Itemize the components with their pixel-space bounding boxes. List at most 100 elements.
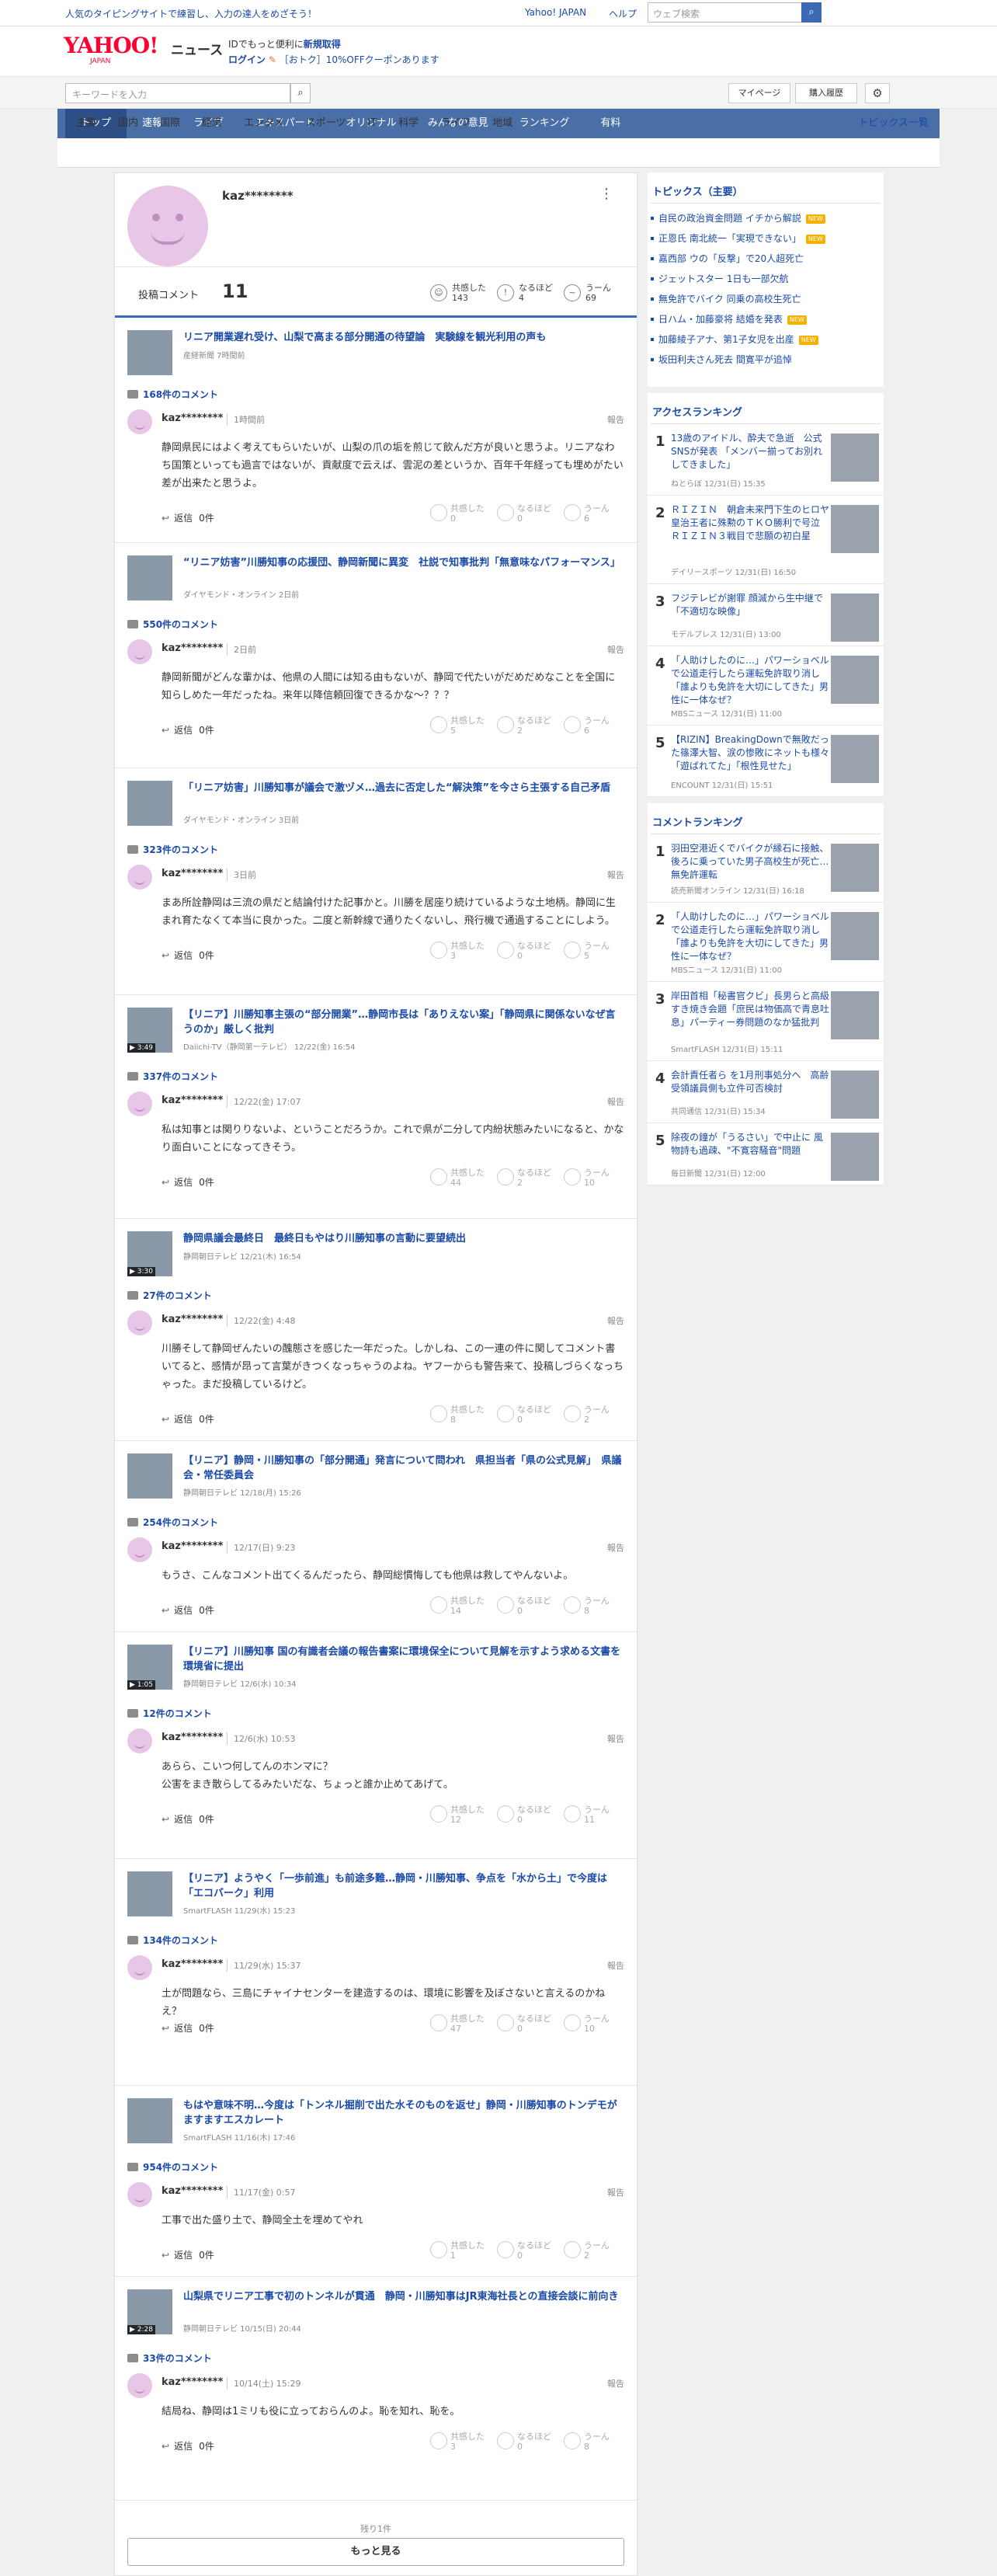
reaction-insight-button[interactable]: なるほど 0	[497, 941, 551, 961]
category-item[interactable]: ライフ	[429, 109, 481, 138]
article-card[interactable]: もはや意味不明…今度は「トンネル掘削で出た水そのものを返せ」静岡・川勝知事のトン…	[115, 2086, 637, 2148]
topic-item[interactable]: 自民の政治資金問題 イチから解説 NEW	[648, 208, 884, 228]
article-card[interactable]: “リニア妨害”川勝知事の応援団、静岡新聞に異変 社説で知事批判「無意味なパフォー…	[115, 543, 637, 605]
category-item[interactable]: 経済	[191, 109, 233, 138]
report-link[interactable]: 報告	[607, 1959, 624, 1972]
reaction-insight-button[interactable]: なるほど 2	[497, 715, 551, 736]
topic-item[interactable]: ジェットスター 1日も一部欠航	[648, 269, 884, 289]
article-title[interactable]: 【リニア】静岡・川勝知事の「部分開通」発言について問われ 県担当者「県の公式見解…	[183, 1453, 624, 1483]
article-title[interactable]: “リニア妨害”川勝知事の応援団、静岡新聞に異変 社説で知事批判「無意味なパフォー…	[183, 555, 624, 570]
reaction-empathy-button[interactable]: 共感した 1	[430, 2240, 485, 2261]
reply-button[interactable]: ↩ 返信 0件	[162, 1412, 214, 1426]
reaction-insight-button[interactable]: なるほど 0	[497, 1405, 551, 1425]
comment-author[interactable]: kaz********	[162, 413, 223, 424]
rank-title[interactable]: 「人助けしたのに…」パワーショベルで公道走行したら運転免許取り消し「誰よりも免許…	[671, 654, 831, 707]
comment-count-link[interactable]: 954件のコメント	[127, 2160, 218, 2174]
report-link[interactable]: 報告	[607, 1095, 624, 1108]
topic-item[interactable]: 日ハム・加藤豪将 結婚を発表 NEW	[648, 309, 884, 329]
article-title[interactable]: 【リニア】ようやく「一歩前進」も前途多難…静岡・川勝知事、争点を「水から土」で今…	[183, 1871, 624, 1901]
comment-author[interactable]: kaz********	[162, 2185, 223, 2197]
ranking-item[interactable]: 3 フジテレビが謝罪 顔滅から生中継で「不適切な映像」 モデルプレス 12/31(日…	[648, 584, 884, 646]
comment-author[interactable]: kaz********	[162, 1540, 223, 1552]
report-link[interactable]: 報告	[607, 1732, 624, 1745]
yahoo-japan-link[interactable]: Yahoo! JAPAN	[525, 7, 586, 18]
comment-author[interactable]: kaz********	[162, 642, 223, 654]
report-link[interactable]: 報告	[607, 2377, 624, 2390]
report-link[interactable]: 報告	[607, 643, 624, 656]
ranking-item[interactable]: 5 【RIZIN】BreakingDownで無敗だった篠澤大智、涙の惨敗にネットも…	[648, 726, 884, 797]
reply-button[interactable]: ↩ 返信 0件	[162, 2248, 214, 2261]
reaction-hmm-button[interactable]: うーん 6	[564, 715, 610, 736]
comment-count-link[interactable]: 27件のコメント	[127, 1289, 212, 1302]
reaction-insight-button[interactable]: なるほど 2	[497, 1168, 551, 1188]
topic-item[interactable]: 無免許でバイク 同乗の高校生死亡	[648, 289, 884, 309]
article-card[interactable]: 【リニア】静岡・川勝知事の「部分開通」発言について問われ 県担当者「県の公式見解…	[115, 1441, 637, 1503]
report-link[interactable]: 報告	[607, 869, 624, 881]
comment-count-link[interactable]: 254件のコメント	[127, 1516, 218, 1529]
article-card[interactable]: ▶ 3:30 静岡県議会最終日 最終日もやはり川勝知事の言動に要望続出 静岡朝日テレ…	[115, 1219, 637, 1281]
topic-item[interactable]: 正恩氏 南北統一「実現できない」 NEW	[648, 228, 884, 249]
ranking-item[interactable]: 5 除夜の鐘が「うるさい」で中止に 風物詩も過疎、"不寛容騒音"問題 毎日新聞 12…	[648, 1123, 884, 1185]
comment-count-link[interactable]: 168件のコメント	[127, 388, 218, 401]
article-title[interactable]: 「リニア妨害」川勝知事が議会で激ヅメ…過去に否定した“解決策”を今さら主張する自…	[183, 781, 624, 795]
reaction-hmm-button[interactable]: うーん 5	[564, 941, 610, 961]
rank-title[interactable]: 岸田首相「秘書官クビ」長男らと高級すき焼き会題「庶民は物価高で青息吐息」パーティ…	[671, 990, 831, 1029]
more-button[interactable]: もっと見る	[127, 2538, 624, 2566]
gnav-item[interactable]: 有料	[585, 109, 636, 138]
topic-item[interactable]: 嘉西部 ウの「反撃」で20人超死亡	[648, 249, 884, 269]
reply-button[interactable]: ↩ 返信 0件	[162, 1175, 214, 1189]
comment-author[interactable]: kaz********	[162, 868, 223, 879]
article-card[interactable]: ▶ 3:49 【リニア】川勝知事主張の“部分開業”…静岡市長は「ありえない案」「静…	[115, 995, 637, 1057]
ranking-item[interactable]: 1 13歳のアイドル、酔夫で急逝 公式SNSが発表 「メンバー揃ってお別れしてきま…	[648, 424, 884, 496]
article-card[interactable]: 【リニア】ようやく「一歩前進」も前途多難…静岡・川勝知事、争点を「水から土」で今…	[115, 1859, 637, 1921]
rank-title[interactable]: 13歳のアイドル、酔夫で急逝 公式SNSが発表 「メンバー揃ってお別れしてきまし…	[671, 432, 831, 472]
category-item[interactable]: スポーツ	[295, 109, 357, 138]
reaction-hmm-button[interactable]: うーん 2	[564, 1405, 610, 1425]
more-options-icon[interactable]: ⋮	[599, 186, 613, 202]
ranking-item[interactable]: 1 羽田空港近くでバイクが縁石に接触、後ろに乗っていた男子高校生が死亡…無免許運転…	[648, 834, 884, 903]
reply-button[interactable]: ↩ 返信 0件	[162, 2439, 214, 2452]
report-link[interactable]: 報告	[607, 1314, 624, 1327]
promo-link[interactable]: 人気のタイピングサイトで練習し、入力の達人をめざそう！	[65, 7, 317, 20]
comment-author[interactable]: kaz********	[162, 1732, 223, 1743]
article-title[interactable]: 静岡県議会最終日 最終日もやはり川勝知事の言動に要望続出	[183, 1231, 624, 1246]
comment-count-link[interactable]: 323件のコメント	[127, 843, 218, 856]
rank-title[interactable]: 会計責任者ら を1月刑事処分へ 高齢受領議員側も立件可否検討	[671, 1069, 831, 1095]
rank-title[interactable]: 羽田空港近くでバイクが縁石に接触、後ろに乗っていた男子高校生が死亡…無免許運転	[671, 842, 831, 882]
reaction-hmm-button[interactable]: うーん 6	[564, 503, 610, 524]
category-item[interactable]: IT	[356, 109, 387, 138]
keyword-search-input[interactable]: キーワードを入力	[65, 83, 290, 103]
comment-author[interactable]: kaz********	[162, 2376, 223, 2388]
gear-icon[interactable]: ⚙	[865, 83, 890, 103]
comment-author[interactable]: kaz********	[162, 1958, 223, 1970]
reaction-insight-button[interactable]: なるほど 0	[497, 1805, 551, 1825]
comment-author[interactable]: kaz********	[162, 1095, 223, 1106]
reply-button[interactable]: ↩ 返信 0件	[162, 1603, 214, 1617]
comment-author[interactable]: kaz********	[162, 1314, 223, 1325]
rank-title[interactable]: 「人助けしたのに…」パワーショベルで公道走行したら運転免許取り消し「誰よりも免許…	[671, 910, 831, 963]
purchase-history-button[interactable]: 購入履歴	[795, 83, 857, 103]
reaction-insight-button[interactable]: なるほど 0	[497, 503, 551, 524]
comment-count-link[interactable]: 12件のコメント	[127, 1707, 212, 1720]
category-item[interactable]: エンタメ	[233, 109, 295, 138]
article-card[interactable]: ▶ 1:05 【リニア】川勝知事 国の有識者会議の報告書案に環境保全について見解を…	[115, 1632, 637, 1694]
article-card[interactable]: 「リニア妨害」川勝知事が議会で激ヅメ…過去に否定した“解決策”を今さら主張する自…	[115, 768, 637, 830]
reaction-hmm-button[interactable]: うーん 11	[564, 1805, 610, 1825]
help-link[interactable]: ヘルプ	[609, 7, 637, 20]
rank-title[interactable]: 除夜の鐘が「うるさい」で中止に 風物詩も過疎、"不寛容騒音"問題	[671, 1131, 831, 1157]
reply-button[interactable]: ↩ 返信 0件	[162, 1812, 214, 1826]
comment-count-link[interactable]: 134件のコメント	[127, 1934, 218, 1947]
yahoo-logo[interactable]: YAHOO! JAPAN	[64, 34, 171, 66]
reply-button[interactable]: ↩ 返信 0件	[162, 511, 214, 524]
news-logo-text[interactable]: ニュース	[171, 39, 223, 58]
category-item[interactable]: 主要	[65, 109, 107, 138]
reply-button[interactable]: ↩ 返信 0件	[162, 723, 214, 736]
reaction-empathy-button[interactable]: 共感した 14	[430, 1596, 485, 1616]
comment-count-link[interactable]: 550件のコメント	[127, 618, 218, 631]
article-title[interactable]: リニア開業遅れ受け、山梨で高まる部分開通の待望論 実験線を観光利用の声も	[183, 330, 624, 345]
ranking-item[interactable]: 3 岸田首相「秘書官クビ」長男らと高級すき焼き会題「庶民は物価高で青息吐息」パーテ…	[648, 982, 884, 1061]
web-search-input[interactable]: ウェブ検索	[648, 2, 803, 23]
search-icon[interactable]: ⌕	[801, 2, 822, 23]
reaction-hmm-button[interactable]: うーん 10	[564, 1168, 610, 1188]
rank-title[interactable]: 【RIZIN】BreakingDownで無敗だった篠澤大智、涙の惨敗にネットも様…	[671, 733, 831, 773]
